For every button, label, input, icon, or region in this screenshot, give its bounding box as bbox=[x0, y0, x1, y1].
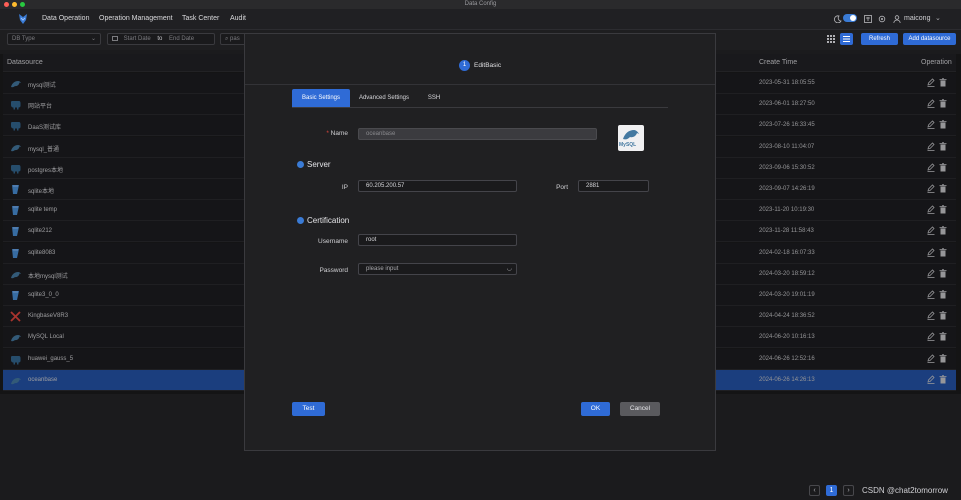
mysql-logo-text: MySQL bbox=[619, 142, 637, 148]
refresh-button[interactable]: Refresh bbox=[861, 33, 898, 45]
dolphin-icon bbox=[623, 130, 639, 140]
search-input[interactable]: ⌕ pas bbox=[220, 33, 246, 45]
db-type-select[interactable]: DB Type ⌄ bbox=[7, 33, 101, 45]
section-dot-icon bbox=[297, 217, 304, 224]
page-1-button[interactable]: 1 bbox=[826, 485, 837, 496]
chevron-down-icon: ⌄ bbox=[90, 36, 96, 42]
menu-data-operation[interactable]: Data Operation bbox=[42, 15, 89, 22]
grid-view-icon[interactable] bbox=[827, 35, 835, 43]
chevron-down-icon[interactable]: ⌄ bbox=[935, 14, 941, 22]
translate-icon[interactable] bbox=[864, 15, 872, 23]
step-label: EditBasic bbox=[474, 62, 502, 69]
user-icon bbox=[893, 15, 901, 23]
start-date[interactable]: Start Date bbox=[124, 36, 151, 42]
username-field[interactable]: root bbox=[358, 234, 517, 246]
certification-section-title: Certification bbox=[307, 216, 350, 225]
top-menu-bar: Data Operation Operation Management Task… bbox=[0, 9, 961, 30]
section-dot-icon bbox=[297, 161, 304, 168]
tab-ssh[interactable]: SSH bbox=[420, 89, 448, 107]
tab-advanced-settings[interactable]: Advanced Settings bbox=[353, 89, 415, 107]
password-label: Password bbox=[319, 267, 348, 274]
date-range-picker[interactable]: Start Date to End Date bbox=[107, 33, 215, 45]
username-label: Username bbox=[318, 238, 348, 245]
add-datasource-button[interactable]: Add datasource bbox=[903, 33, 956, 45]
watermark-text: CSDN @chat2tomorrow bbox=[862, 486, 948, 495]
password-field[interactable]: please input ◡ bbox=[358, 263, 517, 275]
next-page-button[interactable]: › bbox=[843, 485, 854, 496]
menu-audit[interactable]: Audit bbox=[230, 15, 246, 22]
theme-toggle[interactable] bbox=[843, 14, 857, 22]
mysql-logo: MySQL bbox=[618, 125, 644, 151]
ok-button[interactable]: OK bbox=[581, 402, 610, 416]
list-view-button[interactable] bbox=[840, 33, 853, 45]
close-window-button[interactable] bbox=[4, 2, 9, 7]
db-type-placeholder: DB Type bbox=[12, 36, 35, 42]
prev-page-button[interactable]: ‹ bbox=[809, 485, 820, 496]
cancel-button[interactable]: Cancel bbox=[620, 402, 660, 416]
maximize-window-button[interactable] bbox=[20, 2, 25, 7]
password-placeholder: please input bbox=[366, 266, 399, 272]
menu-task-center[interactable]: Task Center bbox=[182, 15, 219, 22]
eye-icon[interactable]: ◡ bbox=[507, 264, 512, 274]
name-label: * Name bbox=[305, 130, 348, 137]
tab-basic-settings[interactable]: Basic Settings bbox=[292, 89, 350, 107]
test-button[interactable]: Test bbox=[292, 402, 325, 416]
window-title: Data Config bbox=[464, 1, 497, 7]
step-number: 1 bbox=[459, 60, 470, 71]
name-field[interactable]: oceanbase bbox=[358, 128, 597, 140]
settings-icon[interactable] bbox=[878, 15, 886, 23]
name-label-text: Name bbox=[330, 130, 348, 137]
search-value: pas bbox=[230, 36, 240, 42]
list-view-icon bbox=[843, 36, 850, 42]
port-label: Port bbox=[556, 184, 568, 191]
modal-divider bbox=[245, 84, 715, 85]
tab-underline bbox=[292, 107, 668, 108]
server-section-title: Server bbox=[307, 160, 331, 169]
user-name[interactable]: maicong bbox=[904, 15, 930, 22]
date-separator: to bbox=[157, 36, 163, 42]
app-logo-icon bbox=[19, 14, 27, 24]
end-date[interactable]: End Date bbox=[169, 36, 194, 42]
window-titlebar: Data Config bbox=[0, 0, 961, 9]
minimize-window-button[interactable] bbox=[12, 2, 17, 7]
ip-label: IP bbox=[341, 184, 348, 191]
moon-icon[interactable] bbox=[834, 15, 842, 23]
edit-datasource-modal: 1 EditBasic Basic Settings Advanced Sett… bbox=[244, 33, 716, 451]
calendar-icon bbox=[112, 35, 118, 41]
port-field[interactable]: 2881 bbox=[578, 180, 649, 192]
ip-field[interactable]: 60.205.200.57 bbox=[358, 180, 517, 192]
search-icon: ⌕ bbox=[225, 36, 229, 42]
menu-operation-management[interactable]: Operation Management bbox=[99, 15, 173, 22]
